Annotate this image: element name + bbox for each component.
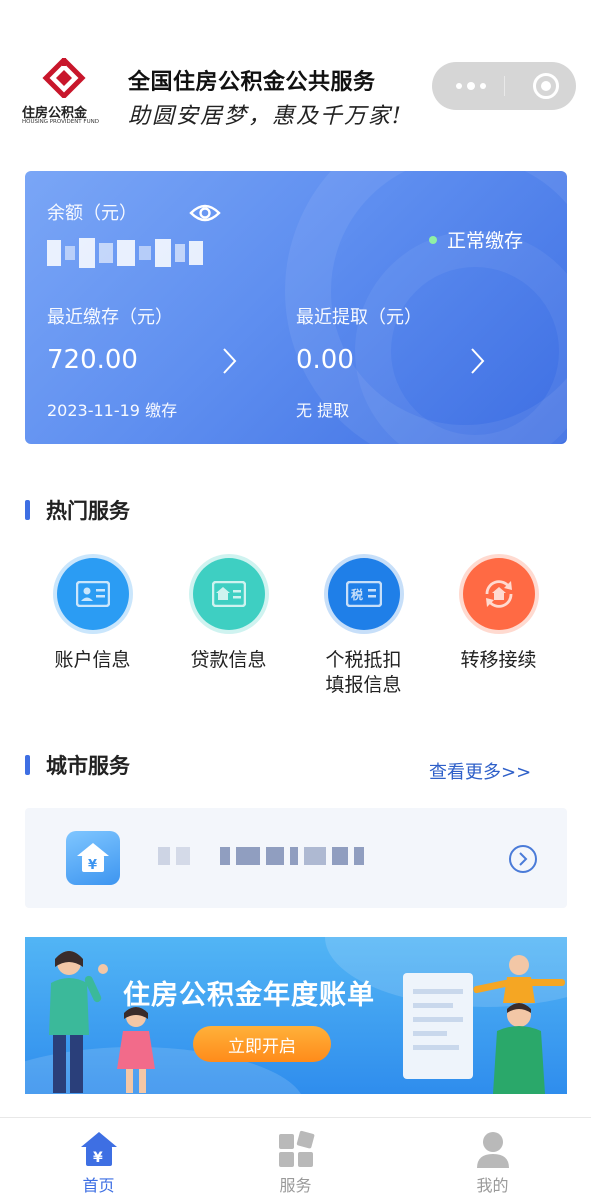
more-dot-icon [467,82,475,90]
recent-deposit-label: 最近缴存（元） [47,307,173,328]
father-son-illustration-icon [473,955,565,1094]
target-icon [533,73,559,99]
bill-document-icon [403,973,473,1079]
tab-label: 我的 [476,1176,509,1195]
city-services-header: 城市服务 [25,750,130,780]
more-dot-icon [456,83,462,89]
service-loan-info[interactable]: 贷款信息 [161,554,296,708]
status-text: 正常缴存 [447,230,524,252]
recent-withdraw-amount: 0.00 [296,345,354,375]
svg-text:¥: ¥ [88,858,97,873]
brand-slogan: 助圆安居梦，惠及千万家! [128,104,403,129]
section-accent-bar [25,500,30,520]
user-profile-icon [477,1132,509,1168]
logo-mark-icon [42,58,86,98]
status-dot [429,235,437,244]
svg-text:¥: ¥ [93,1150,103,1166]
id-card-icon [53,554,133,634]
tab-services[interactable]: 服务 [197,1118,394,1200]
service-tax-deduction[interactable]: 税 个税抵扣 填报信息 [296,554,431,708]
service-label: 账户信息 [54,649,131,671]
banner-title: 住房公积金年度账单 [123,980,375,1011]
view-more-link[interactable]: 查看更多>> [429,758,531,784]
service-label: 个税抵扣 填报信息 [325,649,402,696]
recent-withdraw-chevron-icon[interactable] [466,346,488,376]
app-header: 住房公积金 HOUSING PROVIDENT FUND 全国住房公积金公共服务… [0,0,591,140]
deposit-status: 正常缴存 [429,226,523,253]
more-menu-button[interactable] [446,62,496,110]
hot-services-title: 热门服务 [46,499,130,523]
app-page: 住房公积金 HOUSING PROVIDENT FUND 全国住房公积金公共服务… [0,0,591,1200]
chevron-right-icon [509,845,537,873]
hot-services-header: 热门服务 [25,495,130,525]
city-fund-icon: ¥ [66,831,120,885]
miniprogram-capsule [432,62,576,110]
service-label: 转移接续 [460,649,537,671]
balance-label: 余额（元） [47,203,137,224]
eye-icon[interactable] [189,202,221,224]
grid-services-icon [279,1130,315,1167]
balance-card: 余额（元） 正常缴存 最近缴存（元） 720.00 2023-11-19 缴存 … [25,171,567,444]
balance-amount-masked [47,237,207,269]
close-miniprogram-button[interactable] [526,62,566,110]
tab-label: 首页 [82,1176,115,1195]
transfer-house-icon [459,554,539,634]
recent-withdraw-detail: 无 提取 [296,401,350,420]
recent-deposit-amount: 720.00 [47,345,138,375]
service-label: 贷款信息 [190,649,267,671]
capsule-divider [504,76,505,96]
recent-deposit-chevron-icon[interactable] [218,346,240,376]
tab-mine[interactable]: 我的 [394,1118,591,1200]
home-icon: ¥ [81,1132,117,1166]
service-transfer[interactable]: 转移接续 [431,554,566,708]
recent-withdraw-label: 最近提取（元） [296,307,422,328]
woman-illustration-icon [49,951,108,1093]
brand-title: 全国住房公积金公共服务 [128,70,376,95]
annual-bill-banner[interactable]: 住房公积金年度账单 立即开启 [25,937,567,1094]
tab-label: 服务 [279,1176,312,1195]
city-services-title: 城市服务 [46,754,130,778]
recent-deposit-date: 2023-11-19 缴存 [47,401,178,420]
section-accent-bar [25,755,30,775]
housing-fund-logo: 住房公积金 HOUSING PROVIDENT FUND [22,58,108,128]
open-bill-button[interactable]: 立即开启 [193,1026,331,1062]
girl-illustration-icon [117,1007,155,1093]
more-dot-icon [480,83,486,89]
house-card-icon [189,554,269,634]
bottom-tab-bar: ¥ 首页 服务 我的 [0,1117,591,1200]
city-service-item[interactable]: ¥ [25,808,567,908]
tax-icon: 税 [324,554,404,634]
tab-home[interactable]: ¥ 首页 [0,1118,197,1200]
service-account-info[interactable]: 账户信息 [25,554,160,708]
logo-text-en: HOUSING PROVIDENT FUND [22,119,99,125]
city-name-masked [158,846,368,866]
